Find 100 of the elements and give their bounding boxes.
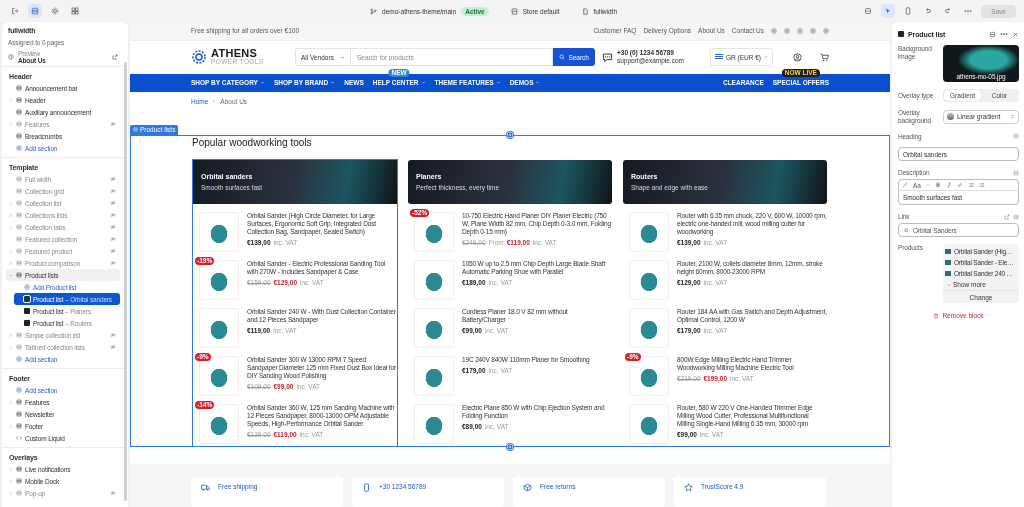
account-icon — [793, 52, 802, 62]
redo-icon — [944, 7, 953, 15]
social-icon — [797, 27, 803, 34]
phone-icon — [904, 7, 913, 15]
more-icon — [964, 7, 973, 15]
branch-icon — [370, 7, 378, 15]
search-icon — [904, 227, 909, 233]
layout-icon — [16, 466, 22, 472]
layout-icon — [16, 176, 22, 182]
layout-icon — [16, 224, 22, 230]
eye-off-icon — [110, 344, 116, 350]
chevron-down-icon — [495, 80, 501, 86]
layout-icon — [16, 200, 22, 206]
exit-icon — [11, 7, 19, 15]
database-icon — [1013, 213, 1019, 220]
settings-icon — [51, 7, 59, 15]
chat-icon — [602, 51, 613, 63]
layout-icon — [16, 490, 22, 496]
link-icon — [956, 182, 963, 189]
external-link-icon — [1004, 213, 1010, 220]
file-icon — [581, 7, 589, 15]
layout-icon — [16, 133, 22, 139]
eye-off-icon — [110, 176, 116, 182]
layout-icon — [16, 332, 22, 338]
social-icon — [810, 27, 816, 34]
chevron-down-icon — [925, 183, 930, 188]
chevron-right-icon — [8, 399, 13, 405]
phone-icon — [362, 483, 371, 492]
eye-off-icon — [110, 260, 116, 266]
layout-icon — [16, 97, 22, 103]
add-icon — [16, 145, 22, 151]
product-list-block[interactable] — [622, 159, 828, 447]
inspect-button[interactable] — [881, 4, 896, 18]
product-photo[interactable] — [414, 404, 454, 444]
chevron-down-icon — [535, 80, 541, 86]
settings-tab[interactable] — [48, 4, 62, 18]
eye-off-icon — [110, 490, 116, 496]
eye-off-icon — [110, 332, 116, 338]
box-icon — [523, 483, 532, 492]
up-down-icon — [1010, 114, 1015, 120]
close-icon — [1012, 30, 1019, 38]
product-photo[interactable] — [629, 260, 669, 300]
store-icon — [510, 7, 518, 15]
truck-icon — [201, 483, 210, 492]
sections-tab[interactable] — [28, 4, 42, 18]
apps-tab[interactable] — [68, 4, 82, 18]
trash-icon — [933, 312, 940, 319]
eye-off-icon — [110, 188, 116, 194]
layout-icon — [133, 127, 138, 133]
star-icon — [684, 483, 693, 492]
product-photo[interactable] — [629, 308, 669, 348]
layout-icon — [16, 188, 22, 194]
layout-icon — [16, 212, 22, 218]
layout-icon — [16, 344, 22, 350]
grid-icon — [71, 7, 79, 15]
chevron-down-icon — [420, 80, 426, 86]
product-photo[interactable] — [199, 212, 239, 252]
layout-icon — [16, 272, 22, 278]
logo-name[interactable]: ATHENS — [211, 48, 264, 60]
product-photo[interactable] — [414, 260, 454, 300]
product-list-block[interactable] — [192, 159, 398, 447]
layout-icon — [16, 423, 22, 429]
chevron-right-icon — [212, 99, 217, 104]
social-icon — [771, 27, 777, 34]
layout-icon — [16, 260, 22, 266]
eye-off-icon — [110, 212, 116, 218]
layout-icon — [16, 121, 22, 127]
italic-icon — [945, 182, 952, 189]
eye-off-icon — [110, 121, 116, 127]
section-heading: Popular woodworking tools — [192, 137, 313, 150]
layout-icon — [16, 236, 22, 242]
product-photo[interactable] — [414, 356, 454, 396]
layout-icon — [31, 7, 39, 15]
layout-icon — [16, 248, 22, 254]
numbered-list-icon — [978, 182, 985, 189]
product-photo[interactable] — [199, 308, 239, 348]
bullet-list-icon — [967, 182, 974, 189]
eye-off-icon — [110, 224, 116, 230]
add-icon — [16, 356, 22, 362]
product-photo[interactable] — [629, 212, 669, 252]
product-photo[interactable] — [629, 404, 669, 444]
product-list-block[interactable] — [407, 159, 613, 447]
gradient-swatch-icon — [947, 113, 954, 121]
undo-icon — [924, 7, 933, 15]
layout-icon — [16, 478, 22, 484]
code-icon — [16, 435, 22, 441]
database-icon — [864, 7, 873, 15]
social-icon — [784, 27, 790, 34]
layout-icon — [16, 399, 22, 405]
database-icon — [1013, 169, 1019, 176]
scrollbar[interactable] — [124, 62, 127, 501]
product-photo[interactable] — [414, 308, 454, 348]
eye-off-icon — [110, 248, 116, 254]
chevron-down-icon — [330, 80, 336, 86]
chevron-down-icon — [340, 54, 345, 60]
add-icon — [16, 387, 22, 393]
more-icon — [1000, 30, 1008, 38]
social-icon — [823, 27, 829, 34]
chevron-right-icon — [8, 121, 13, 127]
chevron-down-icon — [259, 80, 265, 86]
